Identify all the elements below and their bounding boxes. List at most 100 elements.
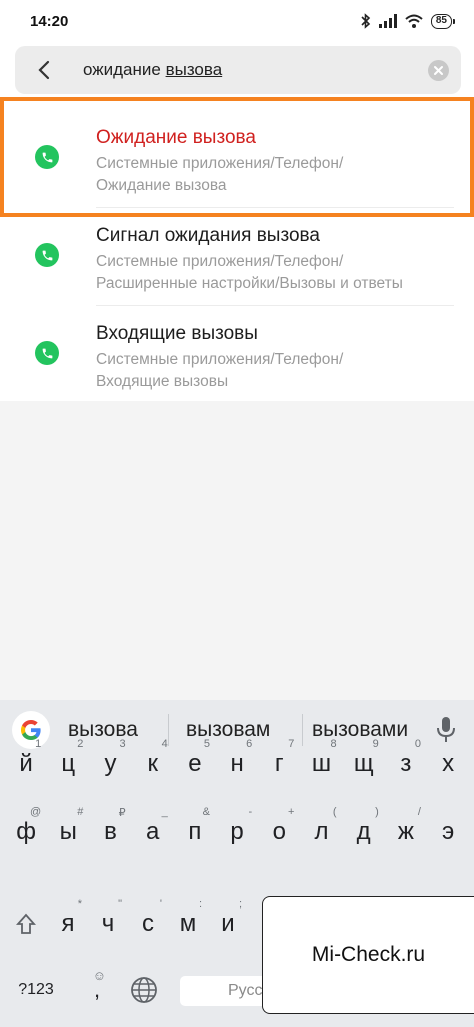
result-path-line1: Системные приложения/Телефон/ (96, 253, 344, 270)
space-key-label: Русс (228, 982, 263, 999)
emoji-comma-key[interactable]: , ☺ (78, 962, 116, 1018)
result-title: Ожидание вызова (96, 127, 256, 148)
key-г[interactable]: г7 (258, 736, 300, 792)
key-в[interactable]: в ₽ (89, 804, 131, 860)
watermark-text: Mi-Check.ru (311, 943, 426, 966)
key-label: й (19, 750, 33, 777)
key-hint: - (248, 806, 253, 818)
status-bar: 14:20 85 (0, 0, 474, 44)
key-hint: 5 (203, 738, 210, 750)
result-title: Сигнал ожидания вызова (96, 225, 320, 246)
result-item-incoming-calls[interactable]: Входящие вызовы Системные приложения/Тел… (0, 306, 474, 403)
key-label: в (104, 818, 117, 845)
key-label: щ (353, 750, 374, 777)
close-icon (434, 66, 443, 75)
key-hint: 1 (35, 738, 42, 750)
back-arrow-icon[interactable] (35, 59, 55, 81)
key-ч[interactable]: ч " (88, 896, 128, 952)
key-label: е (188, 750, 202, 777)
result-path-line2: Ожидание вызова (96, 177, 227, 194)
key-label: ш (311, 750, 332, 777)
search-query-text: ожидание (83, 60, 166, 79)
search-query-composing: вызова (165, 60, 223, 79)
key-hint: @ (30, 806, 42, 818)
key-ы[interactable]: ы # (47, 804, 89, 860)
search-results: Ожидание вызова Системные приложения/Тел… (0, 99, 474, 401)
clear-search-button[interactable] (428, 60, 449, 81)
symbols-key[interactable]: ?123 (6, 962, 66, 1018)
key-р[interactable]: р- (216, 804, 258, 860)
key-label: п (188, 818, 202, 845)
key-hint: 9 (372, 738, 379, 750)
key-hint: 3 (119, 738, 126, 750)
key-с[interactable]: с ' (128, 896, 168, 952)
key-hint: ) (375, 806, 379, 818)
key-hint: ' (159, 898, 162, 910)
phone-icon (35, 341, 59, 365)
key-щ[interactable]: щ9 (343, 736, 385, 792)
emoji-icon: ☺ (92, 968, 106, 983)
key-hint: 0 (414, 738, 421, 750)
search-bar[interactable]: ожидание вызова (15, 46, 461, 94)
watermark-bubble: Mi-Check.ru (262, 896, 474, 1014)
result-path-line2: Расширенные настройки/Вызовы и ответы (96, 275, 403, 292)
key-я[interactable]: я * (48, 896, 88, 952)
key-з[interactable]: з0 (385, 736, 427, 792)
key-label: д (356, 818, 371, 845)
key-hint: : (198, 898, 202, 910)
key-label: а (146, 818, 160, 845)
key-label: э (441, 818, 455, 845)
result-path-line2: Входящие вызовы (96, 373, 229, 390)
key-hint: ( (332, 806, 337, 818)
key-у[interactable]: у3 (89, 736, 131, 792)
key-hint: 6 (246, 738, 253, 750)
key-hint: # (77, 806, 84, 818)
result-item-call-waiting[interactable]: Ожидание вызова Системные приложения/Тел… (0, 99, 474, 196)
key-а[interactable]: а _ (132, 804, 174, 860)
shift-icon (16, 913, 36, 934)
shift-key[interactable] (6, 896, 46, 952)
key-о[interactable]: о + (258, 804, 300, 860)
bluetooth-icon (361, 13, 371, 29)
battery-indicator: 85 (430, 13, 456, 29)
key-к[interactable]: к4 (132, 736, 174, 792)
key-й[interactable]: й1 (5, 736, 47, 792)
language-key[interactable] (124, 962, 164, 1018)
search-header: ожидание вызова (0, 44, 474, 99)
result-path-line1: Системные приложения/Телефон/ (96, 351, 344, 368)
key-hint: 7 (288, 738, 295, 750)
key-hint: * (77, 898, 82, 910)
key-label: р (230, 818, 244, 845)
key-и[interactable]: и; (208, 896, 248, 952)
key-д[interactable]: д) (343, 804, 385, 860)
key-м[interactable]: м: (168, 896, 208, 952)
key-label: о (272, 818, 286, 845)
key-ф[interactable]: ф @ (5, 804, 47, 860)
key-ж[interactable]: ж / (385, 804, 427, 860)
key-hint: 8 (330, 738, 337, 750)
signal-icon (378, 14, 397, 28)
key-hint: 2 (77, 738, 84, 750)
key-hint: 4 (161, 738, 168, 750)
key-hint: ₽ (118, 807, 126, 819)
key-hint: _ (161, 806, 168, 818)
key-label: ч (101, 910, 115, 937)
key-label: м (179, 910, 197, 937)
key-п[interactable]: п & (174, 804, 216, 860)
key-н[interactable]: н6 (216, 736, 258, 792)
search-input[interactable]: ожидание вызова (83, 60, 222, 80)
key-л[interactable]: л( (300, 804, 342, 860)
key-е[interactable]: е5 (174, 736, 216, 792)
key-label: ц (61, 750, 76, 777)
key-hint: ; (238, 898, 242, 910)
key-э[interactable]: э (427, 804, 469, 860)
key-ш[interactable]: ш8 (300, 736, 342, 792)
result-item-call-waiting-signal[interactable]: Сигнал ожидания вызова Системные приложе… (0, 209, 474, 306)
result-path-line1: Системные приложения/Телефон/ (96, 155, 344, 172)
key-label: г (274, 750, 284, 777)
key-х[interactable]: х (427, 736, 469, 792)
key-label: у (104, 750, 117, 777)
key-ц[interactable]: ц2 (47, 736, 89, 792)
status-time: 14:20 (30, 13, 69, 30)
key-label: с (142, 910, 154, 937)
